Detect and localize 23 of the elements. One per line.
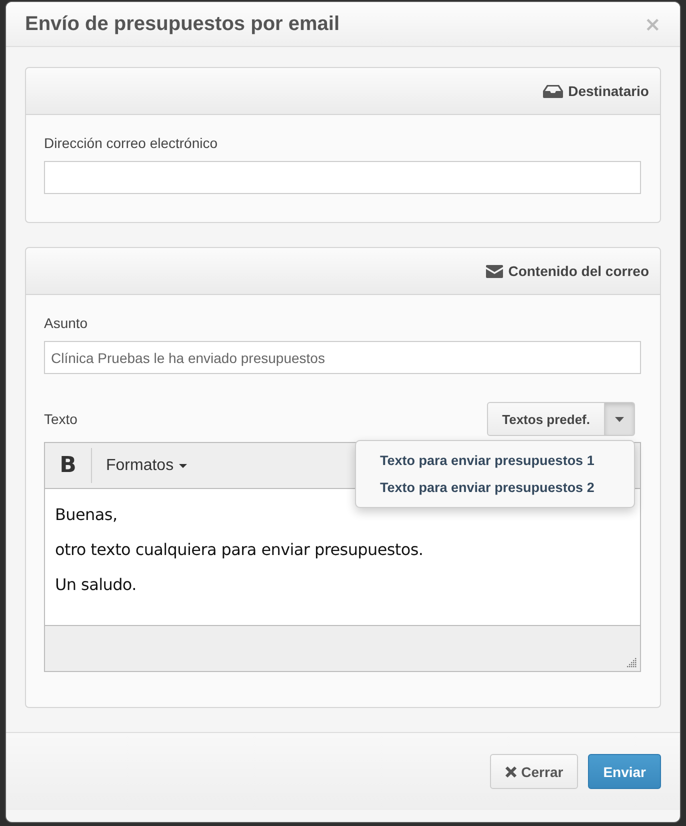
paragraph: Un saludo.: [55, 575, 138, 594]
bold-button[interactable]: B: [45, 448, 92, 484]
cancel-button[interactable]: Cerrar: [490, 754, 578, 790]
panel-title: Contenido del correo: [508, 263, 649, 280]
caret-icon: [615, 416, 624, 422]
paragraph: otro texto cualquiera para enviar presupuestos.: [55, 540, 424, 560]
field-label: Texto: [44, 411, 78, 428]
caret-icon: [178, 464, 187, 468]
predefined-texts-button[interactable]: Textos predef.: [487, 402, 605, 436]
menu-item[interactable]: Texto para enviar presupuestos 1: [356, 447, 634, 474]
resize-handle-icon[interactable]: [627, 658, 637, 668]
dialog-title: Envío de presupuestos por email: [25, 12, 340, 36]
tray-icon: [543, 84, 564, 98]
panel-title: Destinatario: [568, 83, 649, 100]
formats-dropdown[interactable]: Formatos: [92, 443, 201, 488]
input-field[interactable]: [44, 161, 641, 194]
input-field[interactable]: Clínica Pruebas le ha enviado presupuestos: [44, 341, 641, 374]
field-label: Dirección correo electrónico: [44, 135, 219, 152]
field-label: Asunto: [44, 315, 89, 332]
close-icon: [505, 766, 518, 778]
paragraph: Buenas,: [55, 505, 118, 524]
dropdown-toggle[interactable]: [605, 402, 635, 436]
envelope-icon: [486, 264, 504, 278]
